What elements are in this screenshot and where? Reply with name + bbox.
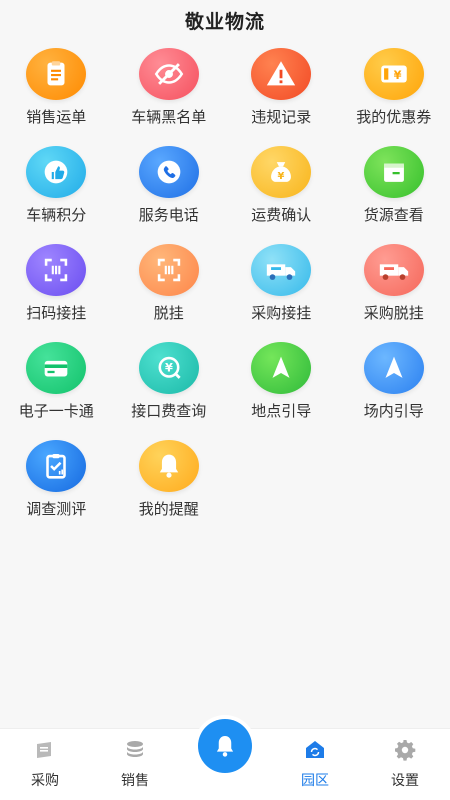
feature-violation-records[interactable]: 违规记录 bbox=[225, 48, 338, 146]
yen-search-icon: ¥ bbox=[138, 342, 199, 394]
feature-label: 车辆黑名单 bbox=[131, 108, 207, 126]
feature-label: 车辆积分 bbox=[26, 206, 87, 224]
feature-vehicle-points[interactable]: 车辆积分 bbox=[0, 146, 113, 244]
svg-text:¥: ¥ bbox=[278, 171, 285, 182]
feature-grid: 销售运单 车辆黑名单 违规记录 ¥ 我的优惠券 车辆积分 服务电话 ¥ 运费确认… bbox=[0, 40, 450, 538]
feature-label: 接口费查询 bbox=[131, 402, 207, 420]
feature-label: 采购脱挂 bbox=[363, 304, 424, 322]
feature-label: 扫码接挂 bbox=[26, 304, 87, 322]
feature-label: 销售运单 bbox=[26, 108, 87, 126]
tab-label: 销售 bbox=[121, 773, 149, 789]
truck-icon bbox=[251, 244, 312, 296]
feature-label: 违规记录 bbox=[251, 108, 312, 126]
svg-text:¥: ¥ bbox=[165, 361, 173, 375]
eye-off-icon bbox=[138, 48, 199, 100]
truck-icon bbox=[363, 244, 424, 296]
feature-purchase-hitch[interactable]: 采购接挂 bbox=[225, 244, 338, 342]
coupon-icon: ¥ bbox=[363, 48, 424, 100]
bell-icon bbox=[198, 719, 252, 773]
purchase-icon bbox=[37, 742, 51, 758]
feature-label: 地点引导 bbox=[251, 402, 312, 420]
feature-freight-confirm[interactable]: ¥ 运费确认 bbox=[225, 146, 338, 244]
feature-unhitch[interactable]: 脱挂 bbox=[113, 244, 226, 342]
feature-label: 货源查看 bbox=[363, 206, 424, 224]
scan-icon bbox=[26, 244, 87, 296]
tab-label: 园区 bbox=[301, 773, 329, 789]
tab-sales[interactable]: 销售 bbox=[90, 729, 180, 800]
tab-notifications[interactable] bbox=[180, 715, 270, 800]
feature-label: 运费确认 bbox=[251, 206, 312, 224]
warning-icon bbox=[251, 48, 312, 100]
tab-label: 采购 bbox=[31, 773, 59, 789]
feature-yard-guide[interactable]: 场内引导 bbox=[338, 342, 450, 440]
svg-text:¥: ¥ bbox=[393, 68, 401, 82]
bell-icon bbox=[138, 440, 199, 492]
tab-label: 设置 bbox=[391, 773, 419, 789]
database-icon bbox=[127, 741, 143, 757]
feature-interface-fee-query[interactable]: ¥ 接口费查询 bbox=[113, 342, 226, 440]
navigation-icon bbox=[251, 342, 312, 394]
feature-e-card[interactable]: 电子一卡通 bbox=[0, 342, 113, 440]
center-action-button[interactable] bbox=[194, 715, 256, 777]
bottom-tab-bar: 采购 销售 园区 设置 bbox=[0, 715, 450, 800]
feature-service-phone[interactable]: 服务电话 bbox=[113, 146, 226, 244]
phone-icon bbox=[138, 146, 199, 198]
tab-settings[interactable]: 设置 bbox=[360, 729, 450, 800]
survey-icon bbox=[26, 440, 87, 492]
feature-sales-waybill[interactable]: 销售运单 bbox=[0, 48, 113, 146]
feature-label: 调查测评 bbox=[26, 500, 87, 518]
feature-purchase-unhitch[interactable]: 采购脱挂 bbox=[338, 244, 450, 342]
app-header: 敬业物流 bbox=[0, 0, 450, 40]
clipboard-icon bbox=[26, 48, 87, 100]
page-title: 敬业物流 bbox=[184, 10, 265, 33]
tab-park[interactable]: 园区 bbox=[270, 729, 360, 800]
feature-label: 服务电话 bbox=[138, 206, 199, 224]
card-icon bbox=[26, 342, 87, 394]
thumbs-up-icon bbox=[26, 146, 87, 198]
box-icon bbox=[363, 146, 424, 198]
navigation-icon bbox=[363, 342, 424, 394]
feature-label: 采购接挂 bbox=[251, 304, 312, 322]
feature-survey[interactable]: 调查测评 bbox=[0, 440, 113, 538]
feature-label: 脱挂 bbox=[153, 304, 184, 322]
scan-icon bbox=[138, 244, 199, 296]
park-icon bbox=[306, 741, 324, 758]
feature-vehicle-blacklist[interactable]: 车辆黑名单 bbox=[113, 48, 226, 146]
money-bag-icon: ¥ bbox=[251, 146, 312, 198]
feature-scan-hitch[interactable]: 扫码接挂 bbox=[0, 244, 113, 342]
feature-label: 我的优惠券 bbox=[356, 108, 432, 126]
feature-my-coupons[interactable]: ¥ 我的优惠券 bbox=[338, 48, 450, 146]
feature-label: 电子一卡通 bbox=[18, 402, 94, 420]
tab-purchase[interactable]: 采购 bbox=[0, 729, 90, 800]
feature-cargo-view[interactable]: 货源查看 bbox=[338, 146, 450, 244]
feature-my-reminders[interactable]: 我的提醒 bbox=[113, 440, 226, 538]
feature-label: 我的提醒 bbox=[138, 500, 199, 518]
feature-label: 场内引导 bbox=[363, 402, 424, 420]
gear-icon bbox=[395, 740, 416, 761]
feature-location-guide[interactable]: 地点引导 bbox=[225, 342, 338, 440]
